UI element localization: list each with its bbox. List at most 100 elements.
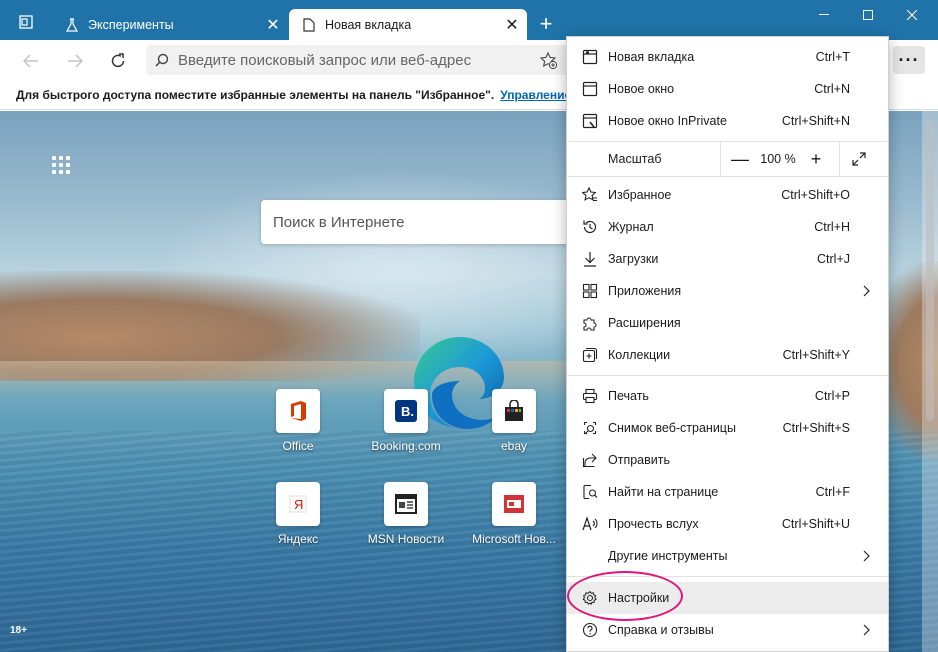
menu-item-web-capture[interactable]: Снимок веб-страницы Ctrl+Shift+S (567, 413, 888, 443)
minimize-button[interactable] (804, 4, 844, 26)
new-window-icon (579, 78, 601, 100)
menu-item-label: Коллекции (608, 348, 671, 362)
collections-icon (579, 344, 601, 366)
booking-icon: B. (384, 389, 428, 433)
settings-and-more-menu: Новая вкладка Ctrl+T Новое окно Ctrl+N Н… (566, 36, 889, 652)
svg-text:Я: Я (294, 497, 303, 512)
ebay-icon (492, 389, 536, 433)
history-icon (579, 216, 601, 238)
menu-item-downloads[interactable]: Загрузки Ctrl+J (567, 244, 888, 274)
news-icon (384, 482, 428, 526)
tile-label: Яндекс (277, 532, 319, 546)
search-icon (146, 53, 178, 67)
downloads-icon (579, 248, 601, 270)
tile-yandex[interactable]: Я Яндекс (253, 482, 343, 546)
chevron-right-icon (858, 550, 874, 562)
menu-separator (567, 375, 888, 376)
menu-item-new-inprivate-window[interactable]: Новое окно InPrivate Ctrl+Shift+N (567, 106, 888, 136)
web-capture-icon (579, 417, 601, 439)
scrollbar-thumb[interactable] (926, 121, 934, 421)
menu-item-shortcut: Ctrl+Shift+S (782, 421, 850, 435)
add-favorite-icon[interactable] (539, 51, 558, 73)
new-tab-button[interactable]: + (533, 12, 559, 38)
menu-item-label: Журнал (608, 220, 654, 234)
svg-text:B.: B. (401, 404, 414, 419)
share-icon (579, 449, 601, 471)
menu-item-shortcut: Ctrl+Shift+N (781, 114, 850, 128)
menu-item-label: Справка и отзывы (608, 623, 714, 637)
menu-item-shortcut: Ctrl+P (814, 389, 850, 403)
microsoft-news-icon (492, 482, 536, 526)
tile-label: Office (282, 439, 314, 453)
menu-item-label: Загрузки (608, 252, 659, 266)
tab-actions-icon[interactable] (8, 9, 44, 35)
menu-item-extensions[interactable]: Расширения (567, 308, 888, 338)
close-tab-icon[interactable]: ✕ (501, 14, 523, 36)
zoom-out-button[interactable]: — (727, 146, 753, 172)
menu-item-favorites[interactable]: Избранное Ctrl+Shift+O (567, 180, 888, 210)
tile-label: Booking.com (371, 439, 441, 453)
menu-item-label: Новое окно (608, 82, 675, 96)
menu-item-label: Расширения (608, 316, 681, 330)
maximize-button[interactable] (848, 4, 888, 26)
menu-item-new-tab[interactable]: Новая вкладка Ctrl+T (567, 42, 888, 72)
close-tab-icon[interactable]: ✕ (262, 14, 284, 36)
menu-zoom-row: Масштаб — 100 % + (567, 142, 888, 176)
age-rating-label: 18+ (10, 625, 27, 636)
menu-item-label: Приложения (608, 284, 682, 298)
help-icon (579, 619, 601, 641)
menu-item-label: Прочесть вслух (608, 517, 699, 531)
menu-item-collections[interactable]: Коллекции Ctrl+Shift+Y (567, 340, 888, 370)
fullscreen-icon[interactable] (846, 146, 872, 172)
menu-item-shortcut: Ctrl+N (814, 82, 850, 96)
close-window-button[interactable] (892, 4, 932, 26)
find-icon (579, 481, 601, 503)
app-launcher-icon[interactable] (52, 156, 70, 174)
menu-item-find-on-page[interactable]: Найти на странице Ctrl+F (567, 477, 888, 507)
address-box[interactable] (146, 45, 576, 75)
menu-item-shortcut: Ctrl+Shift+O (781, 188, 850, 202)
title-bar: Эксперименты ✕ Новая вкладка ✕ + (0, 0, 938, 40)
address-input[interactable] (178, 51, 538, 69)
favorites-icon (579, 184, 601, 206)
tab-new-tab[interactable]: Новая вкладка ✕ (289, 9, 527, 40)
apps-icon (579, 280, 601, 302)
settings-and-more-button[interactable]: ··· (893, 46, 925, 74)
tab-title: Эксперименты (88, 17, 174, 32)
back-button[interactable] (16, 46, 46, 76)
menu-separator (567, 176, 888, 177)
tile-ebay[interactable]: ebay (469, 389, 559, 453)
web-search-box[interactable]: Поиск в Интернете (261, 200, 581, 244)
menu-item-shortcut: Ctrl+Shift+Y (782, 348, 850, 362)
menu-item-share[interactable]: Отправить (567, 445, 888, 475)
tile-msn-news[interactable]: MSN Новости (361, 482, 451, 546)
chevron-right-icon (858, 624, 874, 636)
zoom-in-button[interactable]: + (803, 146, 829, 172)
menu-item-label: Новое окно InPrivate (608, 114, 727, 128)
chevron-right-icon (858, 285, 874, 297)
forward-button[interactable] (60, 46, 90, 76)
refresh-button[interactable] (103, 46, 133, 76)
menu-item-print[interactable]: Печать Ctrl+P (567, 381, 888, 411)
tile-label: MSN Новости (367, 532, 445, 546)
page-icon (301, 17, 317, 33)
tile-microsoft-news[interactable]: Microsoft Нов... (469, 482, 559, 546)
menu-divider (839, 142, 840, 176)
menu-item-apps[interactable]: Приложения (567, 276, 888, 306)
menu-item-more-tools[interactable]: Другие инструменты (567, 541, 888, 571)
tile-office[interactable]: Office (253, 389, 343, 453)
favorites-bar-message: Для быстрого доступа поместите избранные… (16, 87, 495, 102)
tile-label: ebay (500, 439, 528, 453)
inprivate-icon (579, 110, 601, 132)
tab-title: Новая вкладка (325, 17, 412, 32)
menu-item-shortcut: Ctrl+T (815, 50, 850, 64)
menu-item-read-aloud[interactable]: Прочесть вслух Ctrl+Shift+U (567, 509, 888, 539)
menu-divider (720, 142, 721, 176)
read-aloud-icon (579, 513, 601, 535)
tile-booking[interactable]: B. Booking.com (361, 389, 451, 453)
menu-item-label: Избранное (608, 188, 672, 202)
tab-experiments[interactable]: Эксперименты ✕ (52, 9, 288, 40)
menu-item-history[interactable]: Журнал Ctrl+H (567, 212, 888, 242)
menu-item-new-window[interactable]: Новое окно Ctrl+N (567, 74, 888, 104)
menu-item-label: Снимок веб-страницы (608, 421, 736, 435)
